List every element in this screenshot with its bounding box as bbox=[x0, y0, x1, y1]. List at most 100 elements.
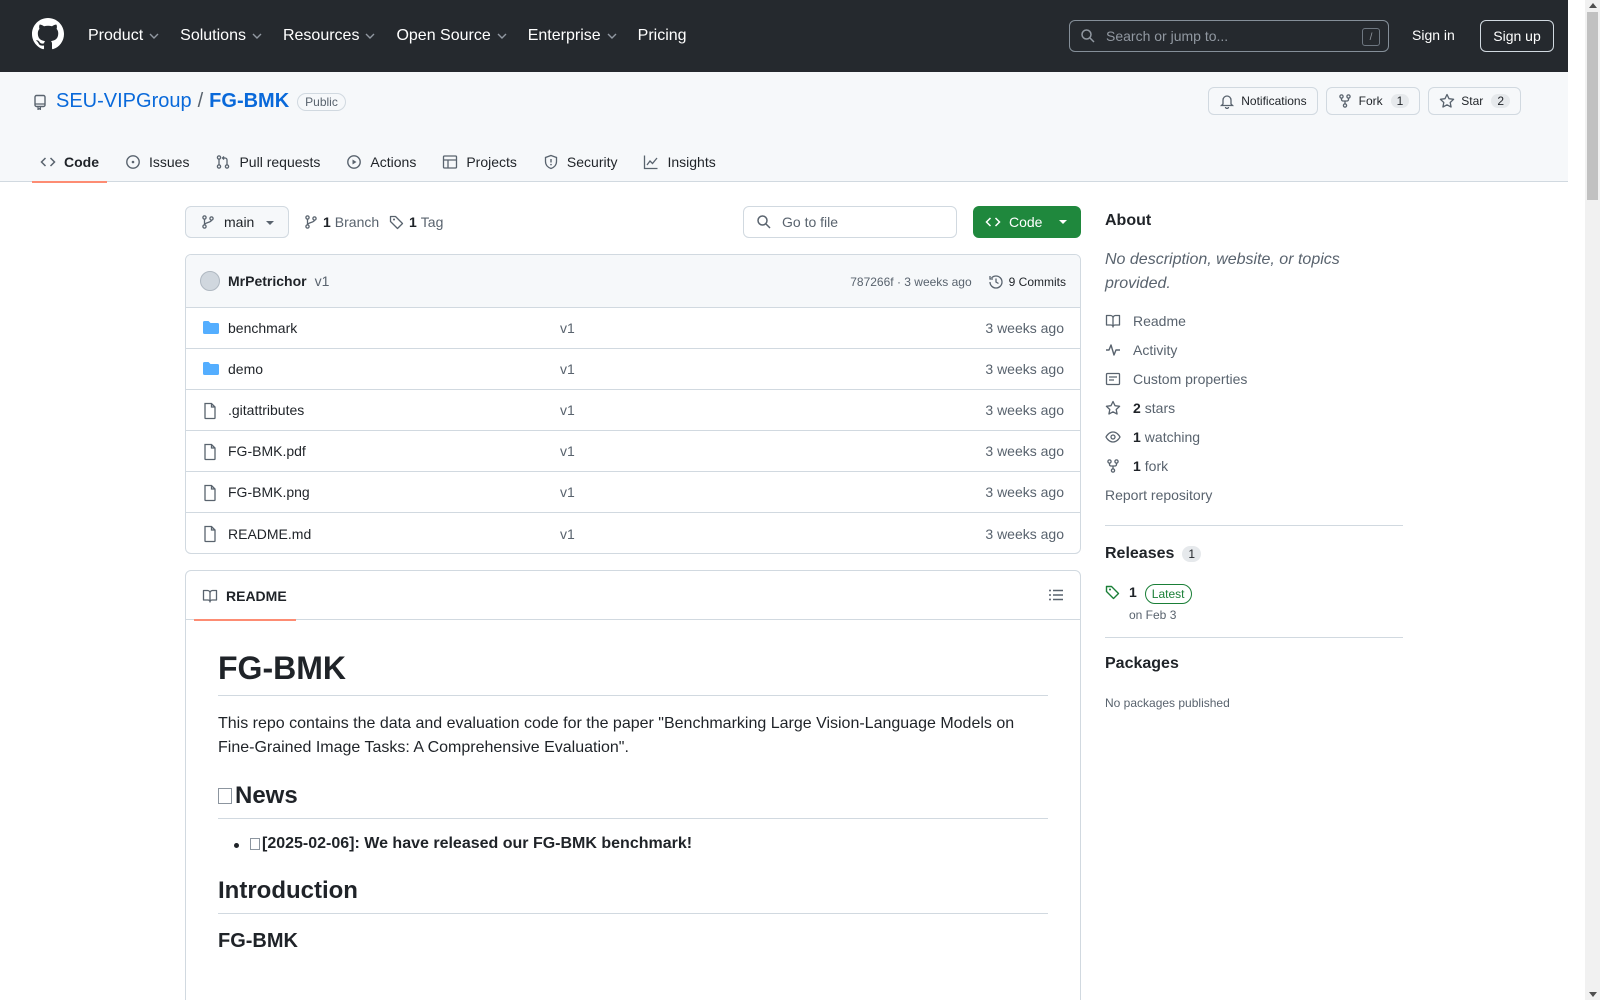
tab-insights[interactable]: Insights bbox=[635, 142, 723, 182]
branch-selector[interactable]: main bbox=[185, 206, 289, 238]
file-row[interactable]: README.md v1 3 weeks ago bbox=[186, 513, 1080, 553]
custom-properties-link[interactable]: Custom properties bbox=[1105, 364, 1247, 393]
go-to-file-input[interactable]: Go to file bbox=[743, 206, 957, 238]
code-dropdown-button[interactable]: Code bbox=[973, 206, 1081, 238]
chevron-down-icon bbox=[497, 33, 507, 39]
nav-open-source[interactable]: Open Source bbox=[396, 27, 507, 45]
file-icon bbox=[204, 443, 216, 461]
notifications-button[interactable]: Notifications bbox=[1208, 87, 1318, 115]
file-row[interactable]: demo v1 3 weeks ago bbox=[186, 349, 1080, 390]
readme-link[interactable]: Readme bbox=[1105, 306, 1247, 335]
release-name[interactable]: 1 bbox=[1129, 584, 1137, 604]
sign-in-link[interactable]: Sign in bbox=[1412, 27, 1455, 43]
report-repository-link[interactable]: Report repository bbox=[1105, 480, 1247, 509]
file-icon bbox=[204, 525, 216, 543]
tab-code[interactable]: Code bbox=[32, 142, 107, 183]
tag-label: Tag bbox=[420, 214, 444, 230]
stars-count: 2 bbox=[1133, 399, 1141, 416]
avatar[interactable] bbox=[200, 271, 220, 291]
global-header: Product Solutions Resources Open Source … bbox=[0, 0, 1568, 72]
fork-icon bbox=[1338, 94, 1351, 108]
file-row[interactable]: FG-BMK.pdf v1 3 weeks ago bbox=[186, 431, 1080, 472]
code-icon bbox=[985, 217, 1001, 227]
readme-title: FG-BMK bbox=[218, 650, 1048, 696]
nav-product[interactable]: Product bbox=[88, 27, 160, 45]
tab-actions[interactable]: Actions bbox=[338, 142, 424, 182]
repo-owner-link[interactable]: SEU-VIPGroup bbox=[56, 90, 192, 113]
file-commit-message[interactable]: v1 bbox=[560, 320, 575, 336]
github-logo-icon[interactable] bbox=[32, 18, 64, 50]
caret-down-icon bbox=[266, 221, 274, 225]
shield-icon bbox=[544, 154, 558, 170]
file-commit-message[interactable]: v1 bbox=[560, 402, 575, 418]
tab-issues[interactable]: Issues bbox=[117, 142, 197, 182]
tab-pull-requests-label: Pull requests bbox=[239, 154, 321, 170]
repo-name-link[interactable]: FG-BMK bbox=[209, 90, 289, 113]
file-name[interactable]: README.md bbox=[228, 526, 311, 542]
tab-actions-label: Actions bbox=[370, 154, 417, 170]
commit-message[interactable]: v1 bbox=[315, 273, 330, 289]
readme-tab[interactable]: README bbox=[194, 571, 296, 621]
folder-icon bbox=[203, 321, 219, 334]
global-search-input[interactable]: Search or jump to... / bbox=[1069, 20, 1389, 52]
divider bbox=[1105, 525, 1403, 526]
nav-solutions[interactable]: Solutions bbox=[180, 27, 263, 45]
file-commit-message[interactable]: v1 bbox=[560, 443, 575, 459]
file-commit-message[interactable]: v1 bbox=[560, 526, 575, 542]
file-row[interactable]: benchmark v1 3 weeks ago bbox=[186, 308, 1080, 349]
tab-projects[interactable]: Projects bbox=[434, 142, 525, 182]
file-date: 3 weeks ago bbox=[985, 320, 1064, 336]
star-button[interactable]: Star 2 bbox=[1428, 87, 1521, 115]
list-icon[interactable] bbox=[1048, 587, 1064, 603]
commit-author[interactable]: MrPetrichor bbox=[228, 273, 307, 289]
chevron-down-icon bbox=[149, 33, 159, 39]
chevron-down-icon bbox=[365, 33, 375, 39]
file-commit-message[interactable]: v1 bbox=[560, 484, 575, 500]
commit-hash-time[interactable]: 787266f · 3 weeks ago bbox=[850, 275, 971, 289]
branches-link[interactable]: 1 Branch bbox=[303, 206, 379, 238]
caret-down-icon bbox=[1059, 220, 1067, 224]
repo-title: SEU-VIPGroup / FG-BMK Public bbox=[32, 90, 346, 113]
tab-projects-label: Projects bbox=[466, 154, 517, 170]
file-commit-message[interactable]: v1 bbox=[560, 361, 575, 377]
commits-link[interactable]: 9 Commits bbox=[988, 274, 1066, 290]
tag-count: 1 bbox=[409, 214, 417, 230]
page-scrollbar[interactable] bbox=[1585, 0, 1600, 1000]
visibility-badge: Public bbox=[297, 92, 346, 111]
go-to-file-placeholder: Go to file bbox=[782, 214, 839, 230]
emoji-icon bbox=[218, 788, 232, 804]
scroll-down-arrow-icon[interactable] bbox=[1589, 992, 1597, 997]
file-name[interactable]: demo bbox=[228, 361, 263, 377]
fork-button[interactable]: Fork 1 bbox=[1325, 87, 1421, 115]
file-row[interactable]: .gitattributes v1 3 weeks ago bbox=[186, 390, 1080, 431]
fork-label: Fork bbox=[1358, 94, 1383, 108]
release-item[interactable]: 1 Latest bbox=[1105, 584, 1192, 604]
packages-title[interactable]: Packages bbox=[1105, 655, 1179, 673]
activity-link[interactable]: Activity bbox=[1105, 335, 1247, 364]
tab-insights-label: Insights bbox=[667, 154, 716, 170]
file-name[interactable]: .gitattributes bbox=[228, 402, 304, 418]
pulse-icon bbox=[1106, 343, 1120, 356]
file-name[interactable]: FG-BMK.png bbox=[228, 484, 310, 500]
file-date: 3 weeks ago bbox=[985, 525, 1064, 542]
scrollbar-thumb[interactable] bbox=[1587, 12, 1598, 200]
readme-panel: README FG-BMK This repo contains the dat… bbox=[185, 570, 1081, 1000]
nav-resources[interactable]: Resources bbox=[283, 27, 376, 45]
forks-link[interactable]: 1 fork bbox=[1105, 451, 1247, 480]
watching-link[interactable]: 1 watching bbox=[1105, 422, 1247, 451]
nav-pricing[interactable]: Pricing bbox=[638, 27, 687, 45]
nav-resources-label: Resources bbox=[282, 27, 360, 44]
nav-enterprise[interactable]: Enterprise bbox=[528, 27, 618, 45]
releases-title[interactable]: Releases 1 bbox=[1105, 545, 1202, 563]
file-name[interactable]: benchmark bbox=[228, 320, 297, 336]
file-name[interactable]: FG-BMK.pdf bbox=[228, 443, 306, 459]
repo-tabs: Code Issues Pull requests Actions Projec… bbox=[32, 142, 734, 183]
tab-pull-requests[interactable]: Pull requests bbox=[207, 142, 328, 182]
scroll-up-arrow-icon[interactable] bbox=[1589, 3, 1597, 8]
file-row[interactable]: FG-BMK.png v1 3 weeks ago bbox=[186, 472, 1080, 513]
sign-up-button[interactable]: Sign up bbox=[1480, 20, 1554, 52]
commit-meta: 787266f · 3 weeks ago 9 Commits bbox=[850, 255, 1066, 308]
stars-link[interactable]: 2 stars bbox=[1105, 393, 1247, 422]
tab-security[interactable]: Security bbox=[535, 142, 626, 182]
tags-link[interactable]: 1 Tag bbox=[389, 206, 443, 238]
